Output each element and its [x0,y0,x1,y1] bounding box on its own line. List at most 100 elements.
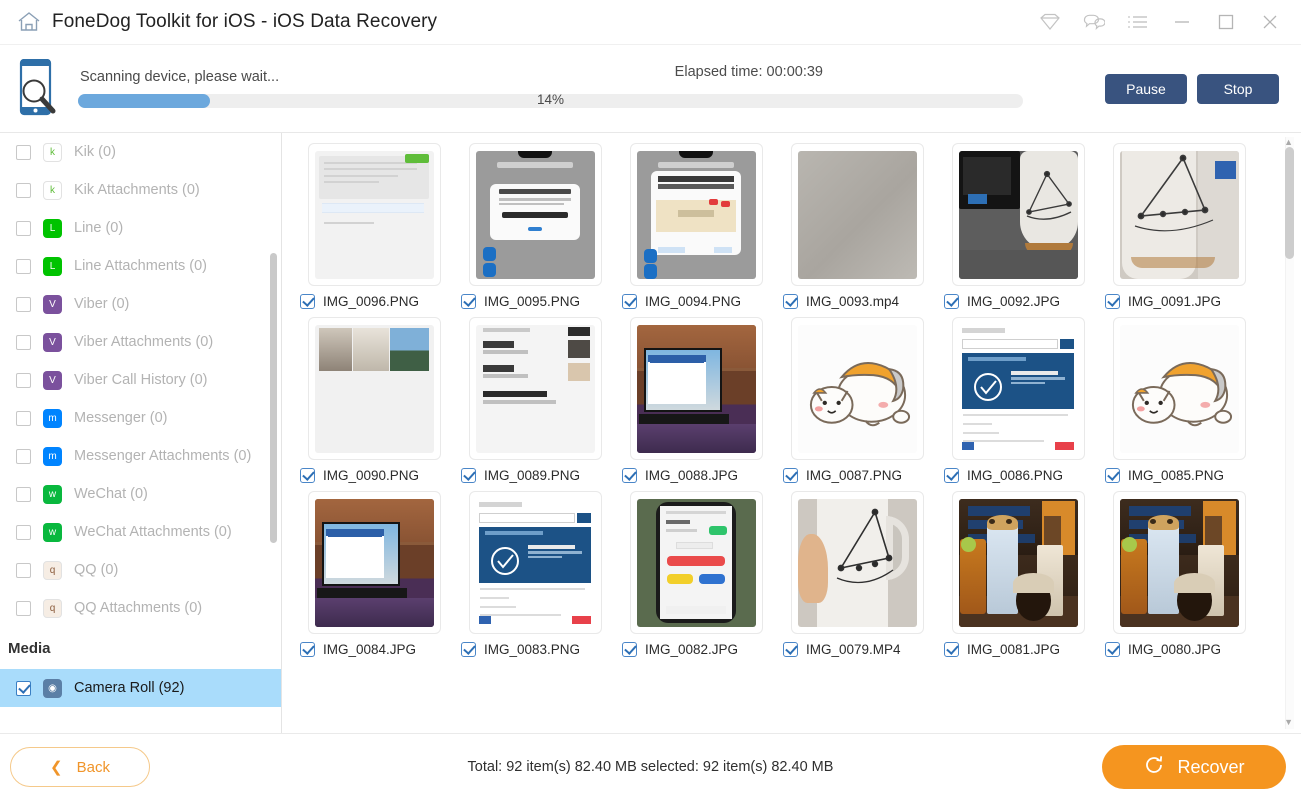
thumbnail-cell[interactable]: IMG_0083.PNG [455,491,615,657]
sidebar-item-checkbox[interactable] [16,448,31,464]
thumbnail-caption: IMG_0096.PNG [294,294,454,309]
thumbnail-preview[interactable] [307,143,441,286]
progress-bar: 14% Elapsed time: 00:00:39 [78,64,1023,108]
sidebar-item-viber-attachments-0[interactable]: V Viber Attachments (0) [0,323,281,361]
thumbnail-checkbox[interactable] [944,642,959,657]
sidebar-item-checkbox[interactable] [16,144,31,160]
sidebar-item-checkbox[interactable] [16,334,31,350]
thumbnail-preview[interactable] [1112,143,1246,286]
sidebar-item-checkbox[interactable] [16,680,31,696]
thumbnail-checkbox[interactable] [1105,468,1120,483]
thumbnail-preview[interactable] [468,317,602,460]
thumbnail-cell[interactable]: IMG_0079.MP4 [777,491,937,657]
thumbnail-preview[interactable] [307,491,441,634]
thumbnail-cell[interactable]: IMG_0091.JPG [1099,143,1259,309]
sidebar-item-checkbox[interactable] [16,562,31,578]
thumbnail-cell[interactable]: IMG_0089.PNG [455,317,615,483]
thumbnail-cell[interactable]: IMG_0082.JPG [616,491,776,657]
sidebar-item-line-0[interactable]: L Line (0) [0,209,281,247]
home-icon[interactable] [14,7,44,37]
thumbnail-preview[interactable] [468,491,602,634]
thumbnail-checkbox[interactable] [300,468,315,483]
sidebar-item-checkbox[interactable] [16,220,31,236]
thumbnail-preview[interactable] [951,317,1085,460]
thumbnail-checkbox[interactable] [622,294,637,309]
sidebar-item-line-attachments-0[interactable]: L Line Attachments (0) [0,247,281,285]
sidebar-item-viber-call-history-0[interactable]: V Viber Call History (0) [0,361,281,399]
grid-scrollbar-thumb[interactable] [1285,147,1294,259]
thumbnail-cell[interactable]: IMG_0095.PNG [455,143,615,309]
thumbnail-cell[interactable]: IMG_0094.PNG [616,143,776,309]
thumbnail-preview[interactable] [307,317,441,460]
sidebar-item-qq-0[interactable]: q QQ (0) [0,551,281,589]
sidebar-item-checkbox[interactable] [16,524,31,540]
thumbnail-cell[interactable]: IMG_0096.PNG [294,143,454,309]
sidebar-item-messenger-0[interactable]: m Messenger (0) [0,399,281,437]
thumbnail-checkbox[interactable] [944,468,959,483]
thumbnail-cell[interactable]: IMG_0081.JPG [938,491,1098,657]
sidebar-item-kik-0[interactable]: k Kik (0) [0,133,281,171]
sidebar-item-qq-attachments-0[interactable]: q QQ Attachments (0) [0,589,281,627]
thumbnail-checkbox[interactable] [783,294,798,309]
thumbnail-checkbox[interactable] [622,468,637,483]
thumbnail-preview[interactable] [790,317,924,460]
thumbnail-checkbox[interactable] [461,642,476,657]
thumbnail-cell[interactable]: IMG_0092.JPG [938,143,1098,309]
sidebar-item-checkbox[interactable] [16,486,31,502]
thumbnail-checkbox[interactable] [461,468,476,483]
thumbnail-filename: IMG_0093.mp4 [806,294,900,309]
sidebar-item-camera-roll-92[interactable]: ◉ Camera Roll (92) [0,669,281,707]
thumbnail-preview[interactable] [1112,491,1246,634]
close-icon[interactable] [1259,11,1281,33]
sidebar-item-wechat-attachments-0[interactable]: w WeChat Attachments (0) [0,513,281,551]
thumbnail-cell[interactable]: IMG_0086.PNG [938,317,1098,483]
thumbnail-preview[interactable] [629,143,763,286]
thumbnail-checkbox[interactable] [1105,642,1120,657]
thumbnail-cell[interactable]: IMG_0084.JPG [294,491,454,657]
sidebar-item-kik-attachments-0[interactable]: k Kik Attachments (0) [0,171,281,209]
thumbnail-preview[interactable] [951,491,1085,634]
sidebar-scrollbar[interactable] [270,253,277,543]
sidebar-item-checkbox[interactable] [16,410,31,426]
thumbnail-preview[interactable] [629,317,763,460]
sidebar-item-checkbox[interactable] [16,182,31,198]
thumbnail-cell[interactable]: IMG_0093.mp4 [777,143,937,309]
messenger-icon: m [43,408,62,428]
thumbnail-preview[interactable] [951,143,1085,286]
thumbnail-preview[interactable] [468,143,602,286]
stop-button[interactable]: Stop [1197,73,1279,104]
scroll-up-icon[interactable]: ▲ [1284,137,1293,147]
sidebar-item-checkbox[interactable] [16,372,31,388]
thumbnail-preview[interactable] [1112,317,1246,460]
chat-icon[interactable] [1083,11,1105,33]
sidebar-item-viber-0[interactable]: V Viber (0) [0,285,281,323]
sidebar-item-checkbox[interactable] [16,258,31,274]
thumbnail-checkbox[interactable] [300,642,315,657]
thumbnail-cell[interactable]: IMG_0090.PNG [294,317,454,483]
thumbnail-checkbox[interactable] [300,294,315,309]
minimize-icon[interactable] [1171,11,1193,33]
thumbnail-checkbox[interactable] [944,294,959,309]
thumbnail-preview[interactable] [790,491,924,634]
thumbnail-checkbox[interactable] [783,468,798,483]
thumbnail-preview[interactable] [790,143,924,286]
thumbnail-image [636,498,756,627]
maximize-icon[interactable] [1215,11,1237,33]
diamond-icon[interactable] [1039,11,1061,33]
thumbnail-cell[interactable]: IMG_0087.PNG [777,317,937,483]
pause-button[interactable]: Pause [1105,73,1187,104]
thumbnail-preview[interactable] [629,491,763,634]
sidebar-item-checkbox[interactable] [16,600,31,616]
sidebar-item-messenger-attachments-0[interactable]: m Messenger Attachments (0) [0,437,281,475]
sidebar-item-wechat-0[interactable]: w WeChat (0) [0,475,281,513]
thumbnail-cell[interactable]: IMG_0080.JPG [1099,491,1259,657]
thumbnail-checkbox[interactable] [783,642,798,657]
scroll-down-icon[interactable]: ▼ [1284,717,1293,727]
thumbnail-checkbox[interactable] [622,642,637,657]
list-menu-icon[interactable] [1127,11,1149,33]
sidebar-item-checkbox[interactable] [16,296,31,312]
thumbnail-checkbox[interactable] [1105,294,1120,309]
thumbnail-cell[interactable]: IMG_0085.PNG [1099,317,1259,483]
thumbnail-checkbox[interactable] [461,294,476,309]
thumbnail-cell[interactable]: IMG_0088.JPG [616,317,776,483]
